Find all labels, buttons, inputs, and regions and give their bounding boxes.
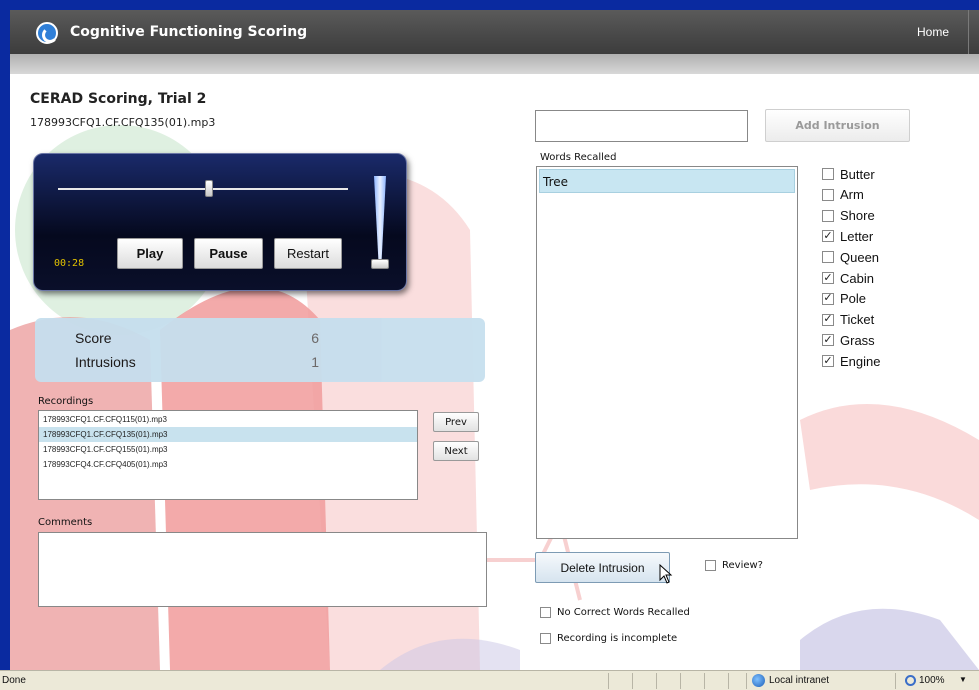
word-checkbox-letter[interactable]: ✓ Letter — [822, 227, 873, 245]
intranet-zone-icon — [752, 674, 765, 687]
status-text: Done — [2, 675, 26, 686]
add-intrusion-button[interactable]: Add Intrusion — [765, 109, 910, 142]
word-checkbox-shore[interactable]: Shore — [822, 207, 875, 225]
review-checkbox[interactable]: Review? — [705, 557, 763, 573]
no-correct-words-checkbox-box[interactable] — [540, 606, 551, 618]
recording-incomplete-label: Recording is incomplete — [557, 632, 678, 644]
word-checkbox-butter[interactable]: Butter — [822, 165, 875, 183]
recording-incomplete-checkbox-box[interactable] — [540, 632, 551, 644]
status-divider — [632, 673, 633, 689]
delete-intrusion-button[interactable]: Delete Intrusion — [535, 552, 670, 583]
volume-slider-thumb[interactable] — [371, 259, 389, 269]
recording-incomplete-checkbox[interactable]: Recording is incomplete — [540, 630, 677, 646]
no-correct-words-label: No Correct Words Recalled — [557, 606, 690, 618]
current-file-name: 178993CFQ1.CF.CFQ135(01).mp3 — [30, 116, 216, 129]
status-divider — [680, 673, 681, 689]
words-recalled-label: Words Recalled — [540, 152, 617, 163]
list-item[interactable]: 178993CFQ1.CF.CFQ155(01).mp3 — [39, 442, 417, 457]
next-button[interactable]: Next — [433, 441, 479, 461]
checkbox-box[interactable]: ✓ — [822, 272, 834, 284]
score-label: Score — [75, 330, 112, 346]
recordings-list[interactable]: 178993CFQ1.CF.CFQ115(01).mp3 178993CFQ1.… — [38, 410, 418, 500]
checkbox-box[interactable] — [822, 168, 834, 180]
mouse-pointer-icon — [659, 564, 673, 584]
word-checkbox-ticket[interactable]: ✓ Ticket — [822, 311, 874, 329]
list-item-selected[interactable]: 178993CFQ1.CF.CFQ135(01).mp3 — [39, 427, 417, 442]
app-header: Cognitive Functioning Scoring Home — [10, 10, 979, 54]
audio-player: 00:28 Play Pause Restart — [33, 153, 407, 291]
checkbox-box[interactable] — [822, 251, 834, 264]
status-divider — [656, 673, 657, 689]
word-label: Arm — [840, 187, 864, 203]
word-label: Queen — [840, 249, 880, 265]
list-item[interactable]: 178993CFQ4.CF.CFQ405(01).mp3 — [39, 457, 417, 472]
score-panel: Score 6 Intrusions 1 — [35, 318, 485, 382]
word-label: Cabin — [840, 270, 874, 286]
word-checkbox-engine[interactable]: ✓ Engine — [822, 352, 880, 370]
window-frame-left — [0, 0, 10, 670]
home-link[interactable]: Home — [917, 25, 949, 39]
window-frame-top — [0, 0, 979, 10]
status-divider — [704, 673, 705, 689]
recordings-label: Recordings — [38, 396, 94, 407]
checkbox-box[interactable]: ✓ — [822, 334, 834, 347]
prev-button[interactable]: Prev — [433, 412, 479, 432]
seek-track[interactable] — [58, 188, 348, 190]
play-button[interactable]: Play — [117, 238, 183, 269]
seek-slider-thumb[interactable] — [204, 180, 213, 197]
list-item[interactable]: 178993CFQ1.CF.CFQ115(01).mp3 — [39, 412, 417, 427]
zoom-level[interactable]: 100% — [919, 675, 945, 686]
pause-button[interactable]: Pause — [194, 238, 263, 269]
status-divider — [895, 673, 896, 689]
status-divider — [608, 673, 609, 689]
checkbox-box[interactable] — [822, 188, 834, 201]
list-item-selected[interactable]: Tree — [539, 169, 795, 193]
status-divider — [746, 673, 747, 689]
security-zone-text: Local intranet — [769, 675, 830, 686]
word-label: Shore — [840, 208, 875, 224]
checkbox-box[interactable] — [822, 209, 834, 222]
zoom-icon[interactable] — [905, 675, 916, 686]
word-checkbox-arm[interactable]: Arm — [822, 186, 864, 204]
app-logo-icon — [36, 22, 58, 44]
word-checkbox-grass[interactable]: ✓ Grass — [822, 331, 875, 349]
review-checkbox-box[interactable] — [705, 559, 716, 571]
intrusions-value: 1 — [311, 354, 319, 370]
volume-slider-track[interactable] — [374, 176, 386, 268]
status-bar: Done Local intranet 100% ▼ — [0, 670, 979, 690]
score-value: 6 — [311, 330, 319, 346]
restart-button[interactable]: Restart — [274, 238, 342, 269]
word-checkbox-queen[interactable]: Queen — [822, 248, 879, 266]
words-recalled-list[interactable]: Tree — [536, 166, 798, 539]
status-divider — [728, 673, 729, 689]
app-title: Cognitive Functioning Scoring — [70, 24, 308, 40]
checkbox-box[interactable]: ✓ — [822, 313, 834, 326]
word-checkbox-cabin[interactable]: ✓ Cabin — [822, 269, 874, 287]
word-label: Letter — [840, 228, 874, 244]
review-label: Review? — [722, 559, 763, 571]
word-label: Pole — [840, 291, 867, 307]
word-label: Butter — [840, 166, 875, 182]
elapsed-time: 00:28 — [54, 258, 85, 269]
checkbox-box[interactable]: ✓ — [822, 292, 834, 305]
checkbox-box[interactable]: ✓ — [822, 230, 834, 243]
no-correct-words-checkbox[interactable]: No Correct Words Recalled — [540, 604, 690, 620]
sub-header-bar — [10, 54, 979, 74]
word-checkbox-pole[interactable]: ✓ Pole — [822, 290, 866, 308]
checkbox-box[interactable]: ✓ — [822, 355, 834, 368]
word-label: Ticket — [840, 312, 875, 328]
word-label: Engine — [840, 353, 881, 369]
chevron-down-icon[interactable]: ▼ — [959, 675, 967, 684]
comments-label: Comments — [38, 517, 93, 528]
intrusions-label: Intrusions — [75, 354, 136, 370]
comments-field[interactable] — [38, 532, 487, 607]
word-label: Grass — [840, 332, 875, 348]
intrusion-input[interactable] — [535, 110, 748, 142]
page-title: CERAD Scoring, Trial 2 — [30, 91, 207, 107]
header-divider — [968, 10, 969, 54]
